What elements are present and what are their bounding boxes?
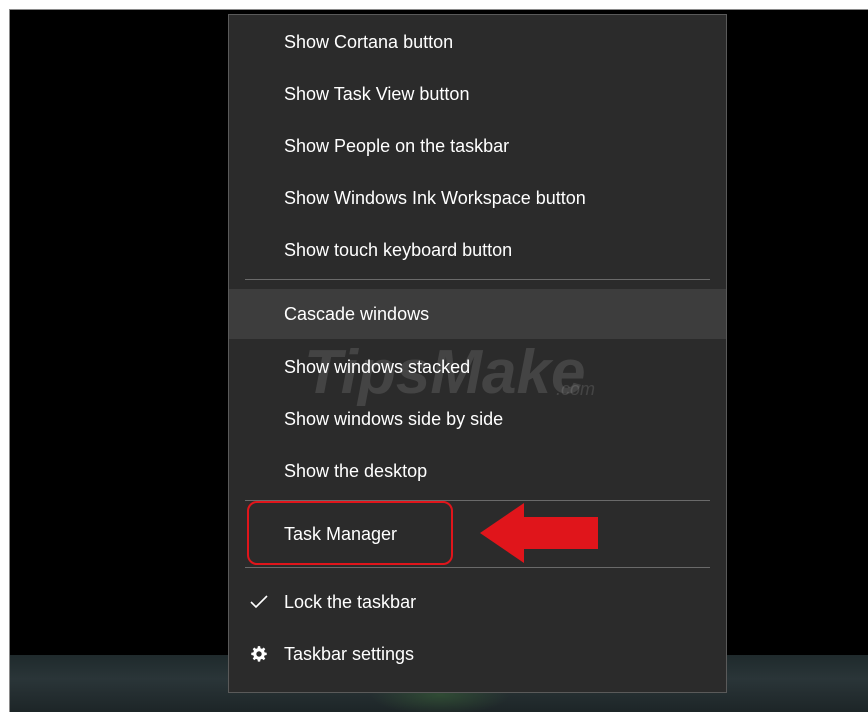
menu-item-show-touch-keyboard-button[interactable]: Show touch keyboard button <box>229 227 726 273</box>
checkmark-icon <box>247 579 271 625</box>
taskbar-context-menu: Show Cortana button Show Task View butto… <box>228 14 727 693</box>
menu-item-label: Cascade windows <box>284 304 430 324</box>
menu-item-label: Show Cortana button <box>284 32 454 52</box>
menu-item-show-task-view-button[interactable]: Show Task View button <box>229 71 726 117</box>
menu-item-label: Lock the taskbar <box>284 592 417 612</box>
menu-item-label: Show touch keyboard button <box>284 240 513 260</box>
menu-item-lock-the-taskbar[interactable]: Lock the taskbar <box>229 579 726 625</box>
menu-item-label: Show windows stacked <box>284 357 471 377</box>
menu-item-label: Show People on the taskbar <box>284 136 510 156</box>
left-arrow-icon <box>480 503 598 563</box>
menu-item-show-windows-stacked[interactable]: Show windows stacked <box>229 344 726 390</box>
menu-item-show-people[interactable]: Show People on the taskbar <box>229 123 726 169</box>
task-manager-highlight-box <box>247 501 453 565</box>
menu-item-show-windows-ink-workspace[interactable]: Show Windows Ink Workspace button <box>229 175 726 221</box>
menu-item-label: Taskbar settings <box>284 644 415 664</box>
menu-item-show-cortana-button[interactable]: Show Cortana button <box>229 19 726 65</box>
menu-item-label: Show windows side by side <box>284 409 504 429</box>
menu-item-taskbar-settings[interactable]: Taskbar settings <box>229 631 726 677</box>
menu-item-show-windows-side-by-side[interactable]: Show windows side by side <box>229 396 726 442</box>
screenshot-frame: Show Cortana button Show Task View butto… <box>9 9 868 712</box>
menu-separator <box>245 279 710 280</box>
menu-item-label: Show Windows Ink Workspace button <box>284 188 586 208</box>
menu-item-label: Show the desktop <box>284 461 428 481</box>
gear-icon <box>247 631 271 677</box>
menu-item-cascade-windows[interactable]: Cascade windows <box>229 289 726 339</box>
menu-item-label: Show Task View button <box>284 84 470 104</box>
menu-item-show-the-desktop[interactable]: Show the desktop <box>229 448 726 494</box>
menu-separator <box>245 567 710 568</box>
